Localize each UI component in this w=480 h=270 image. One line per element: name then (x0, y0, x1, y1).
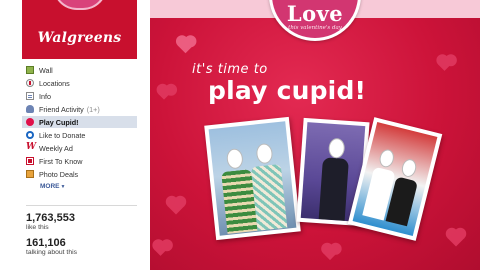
face-cutout (400, 157, 419, 179)
love-subtitle: this valentine's day (288, 25, 342, 31)
face-cutout (255, 142, 274, 165)
friend-activity-icon (26, 105, 34, 113)
nav-item-first-to-know[interactable]: First To Know (22, 155, 137, 167)
more-link[interactable]: MORE▼ (40, 183, 137, 190)
nav-label: Locations (39, 78, 70, 88)
nav-item-like-to-donate[interactable]: Like to Donate (22, 129, 137, 141)
more-label: MORE (40, 183, 60, 190)
love-badge-mini (53, 0, 107, 10)
walgreens-logo: Walgreens (37, 30, 122, 46)
likes-count: 1,763,553 (26, 212, 75, 224)
facebook-page: Walgreens Wall Locations Info Friend Act… (0, 0, 480, 270)
banner-tagline: it's time to (192, 62, 268, 77)
talking-count: 161,106 (26, 237, 66, 249)
location-pin-icon (26, 79, 34, 87)
nav-label: Photo Deals (39, 169, 79, 179)
left-sidebar: Walgreens Wall Locations Info Friend Act… (22, 0, 137, 270)
photo-image (208, 121, 297, 236)
page-stats: 1,763,553 like this 161,106 talking abou… (26, 205, 137, 262)
nav-item-locations[interactable]: Locations (22, 77, 137, 89)
nav-item-photo-deals[interactable]: Photo Deals (22, 168, 137, 180)
nav-item-friend-activity[interactable]: Friend Activity (1+) (22, 103, 137, 115)
heart-icon (26, 118, 34, 126)
page-nav: Wall Locations Info Friend Activity (1+)… (22, 64, 137, 190)
nav-label: Play Cupid! (39, 117, 79, 127)
first-to-know-icon (26, 157, 34, 165)
nav-item-play-cupid[interactable]: Play Cupid! (22, 116, 137, 128)
wall-icon (26, 66, 34, 74)
nav-label: Info (39, 91, 51, 101)
walgreens-w-icon (26, 142, 36, 152)
info-icon (26, 92, 34, 100)
nav-count-badge: (1+) (86, 104, 100, 114)
face-cutout (327, 137, 346, 159)
play-cupid-banner[interactable]: Love this valentine's day it's time to p… (150, 0, 480, 270)
nav-label: Wall (39, 65, 53, 75)
nav-label: Friend Activity (39, 104, 84, 114)
face-cutout (377, 147, 396, 169)
person-figure (250, 163, 288, 231)
photo-icon (26, 170, 34, 178)
nav-label: Weekly Ad (39, 143, 73, 153)
nav-item-weekly-ad[interactable]: Weekly Ad (22, 142, 137, 154)
banner-headline: play cupid! (208, 76, 367, 105)
profile-picture[interactable]: Walgreens (22, 0, 137, 59)
photo-card-couple[interactable] (204, 116, 301, 241)
love-title: Love (286, 1, 344, 26)
face-cutout (225, 147, 244, 170)
nav-label: Like to Donate (39, 130, 86, 140)
donate-icon (26, 131, 34, 139)
talking-label[interactable]: talking about this (26, 249, 137, 256)
nav-item-info[interactable]: Info (22, 90, 137, 102)
nav-label: First To Know (39, 156, 83, 166)
likes-label[interactable]: like this (26, 224, 137, 231)
caret-down-icon: ▼ (60, 184, 66, 190)
person-figure (318, 157, 349, 221)
nav-item-wall[interactable]: Wall (22, 64, 137, 76)
